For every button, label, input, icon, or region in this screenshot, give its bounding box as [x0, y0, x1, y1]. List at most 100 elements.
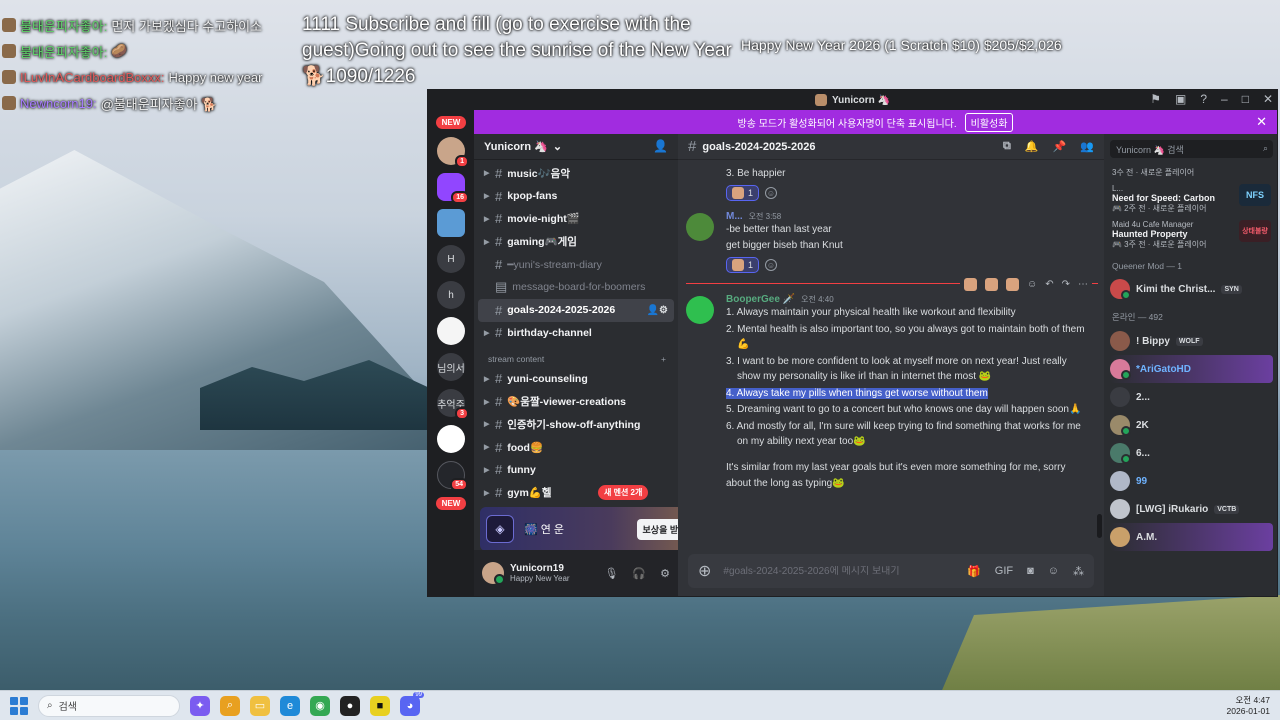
server-icon[interactable]	[437, 317, 465, 345]
channel-item[interactable]: ▶ # movie-night🎬	[478, 208, 674, 231]
message-input[interactable]	[723, 565, 956, 577]
app-icon[interactable]: ■	[370, 695, 390, 716]
add-reaction-icon[interactable]: ☺	[1027, 279, 1037, 290]
channel-item[interactable]: ▶ # birthday-channel	[478, 322, 674, 345]
channel-item[interactable]: ▶ # gaming🎮게임	[478, 230, 674, 253]
discord-icon[interactable]: ◕ 99	[400, 691, 424, 716]
copilot-icon[interactable]: ✦	[190, 695, 210, 716]
activity-card[interactable]: 상태불량 Maid 4u Cafe Manager Haunted Proper…	[1110, 217, 1273, 253]
channel-item[interactable]: # ━yuni's-stream-diary	[478, 253, 674, 276]
edge-icon[interactable]: e	[280, 695, 300, 716]
server-icon[interactable]: 1	[437, 137, 469, 168]
microphone-icon[interactable]: 🎙	[604, 567, 618, 580]
quick-reaction-icon[interactable]	[985, 278, 998, 291]
gear-icon[interactable]: ⚙	[660, 567, 670, 580]
minimize-icon[interactable]: –	[1221, 92, 1228, 106]
server-icon[interactable]: h	[437, 281, 465, 309]
gif-icon[interactable]: GIF	[995, 565, 1013, 578]
add-reaction-icon[interactable]: ☺	[765, 259, 778, 271]
sticker-icon[interactable]: ◙	[1027, 565, 1034, 578]
chrome-icon[interactable]: ◉	[310, 695, 330, 716]
chat-scrollbar[interactable]	[1097, 514, 1102, 538]
member-search-input[interactable]: Yunicorn 🦄 검색 ⌕	[1110, 140, 1273, 158]
server-icon[interactable]: 16	[437, 173, 469, 204]
maximize-icon[interactable]: □	[1242, 92, 1249, 106]
members-icon[interactable]: 👥	[1080, 140, 1094, 153]
channel-item[interactable]: ▶ # funny	[478, 459, 674, 482]
obs-icon[interactable]: ●	[340, 695, 360, 716]
more-icon[interactable]: ⋯	[1078, 279, 1088, 290]
server-icon[interactable]: 님의서	[437, 353, 465, 381]
avatar[interactable]	[686, 213, 714, 241]
message-text: 3. Be happier	[726, 168, 786, 179]
server-icon[interactable]	[437, 425, 465, 453]
headphones-icon[interactable]: 🎧	[632, 567, 646, 580]
avatar[interactable]	[482, 562, 505, 585]
screen-icon[interactable]: ▣	[1175, 92, 1186, 106]
member-item[interactable]: 2...	[1110, 383, 1273, 411]
server-icon[interactable]: H	[437, 245, 465, 273]
avatar[interactable]	[686, 296, 714, 324]
reply-icon[interactable]: ↶	[1045, 279, 1053, 290]
magnifier-icon[interactable]: ⌕	[220, 695, 240, 716]
add-reaction-icon[interactable]: ☺	[765, 187, 778, 199]
new-mentions-pill[interactable]: 새 멘션 2개	[598, 485, 649, 501]
reaction-button[interactable]: 1	[726, 257, 760, 273]
reaction-row: 1 ☺	[726, 257, 1090, 273]
channel-category[interactable]: stream content +	[478, 344, 674, 367]
channel-item[interactable]: ▶ # food🍔	[478, 436, 674, 459]
reaction-button[interactable]: 1	[726, 185, 760, 201]
message-author[interactable]: BooperGee 🗡️	[726, 294, 795, 305]
overlay-chat-name: 불태운피자좋아:	[20, 18, 108, 34]
quick-reaction-icon[interactable]	[964, 278, 977, 291]
member-item[interactable]: ! Bippy WOLF	[1110, 327, 1273, 355]
add-attachment-icon[interactable]: ⊕	[698, 561, 711, 581]
emoji-icon[interactable]: ☺	[1048, 565, 1059, 578]
gift-icon[interactable]: 🎁	[967, 565, 981, 578]
flag-icon[interactable]: ⚑	[1150, 92, 1161, 106]
server-icon[interactable]: 추억주 3	[437, 389, 469, 420]
system-clock[interactable]: 오전 4:47 2026-01-01	[1227, 695, 1270, 717]
banner-close-icon[interactable]: ✕	[1256, 114, 1267, 130]
disable-streamer-mode-button[interactable]: 비활성화	[964, 112, 1014, 132]
activity-card[interactable]: 3수 전 · 새로운 플레이어	[1110, 164, 1273, 181]
user-info[interactable]: Yunicorn19 Happy New Year	[510, 563, 570, 583]
channel-item[interactable]: ▤ message-board-for-boomers	[478, 276, 674, 299]
apps-icon[interactable]: ⁂	[1073, 565, 1084, 578]
close-icon[interactable]: ✕	[1263, 92, 1273, 106]
pin-icon[interactable]: 📌	[1053, 140, 1067, 153]
channel-item[interactable]: ▶ # gym💪헬 새 멘션 2개	[478, 481, 674, 504]
channel-item[interactable]: ▶ # kpop-fans	[478, 185, 674, 208]
forward-icon[interactable]: ↷	[1062, 279, 1070, 290]
taskbar-search[interactable]: ⌕ 검색	[38, 694, 180, 717]
channel-item-active[interactable]: # goals-2024-2025-2026 👤⚙	[478, 298, 674, 322]
file-explorer-icon[interactable]: ▭	[250, 695, 270, 716]
member-item[interactable]: A.M.	[1110, 523, 1273, 551]
help-icon[interactable]: ?	[1200, 92, 1207, 106]
channel-item[interactable]: ▶ # 인증하기-show-off-anything	[478, 413, 674, 436]
server-icon[interactable]: 54	[437, 461, 468, 491]
quick-reaction-icon[interactable]	[1006, 278, 1019, 291]
member-item[interactable]: [LWG] iRukario VCTB	[1110, 495, 1273, 523]
member-item[interactable]: 99	[1110, 467, 1273, 495]
channel-item[interactable]: ▶ # music🎶음악	[478, 162, 674, 185]
bell-icon[interactable]: 🔔	[1025, 140, 1039, 153]
channel-item[interactable]: ▶ # yuni-counseling	[478, 367, 674, 390]
server-header[interactable]: Yunicorn 🦄 ⌄ 👤	[474, 134, 678, 160]
invite-people-icon[interactable]: 👤	[653, 139, 668, 153]
member-item[interactable]: *AriGatoHD	[1110, 355, 1273, 383]
server-icon[interactable]	[437, 209, 465, 237]
message-author[interactable]: M...	[726, 211, 743, 222]
channel-settings-icon[interactable]: 👤⚙	[647, 305, 668, 316]
member-item[interactable]: 6...	[1110, 439, 1273, 467]
new-servers-pill[interactable]: NEW	[435, 497, 467, 510]
add-channel-icon[interactable]: +	[661, 354, 666, 364]
new-servers-pill[interactable]: NEW	[435, 116, 467, 129]
member-item[interactable]: Kimi the Christ... SYN	[1110, 275, 1273, 303]
threads-icon[interactable]: ⧉	[1003, 140, 1011, 153]
member-item[interactable]: 2K	[1110, 411, 1273, 439]
windows-start-icon[interactable]	[10, 696, 28, 715]
channel-item[interactable]: ▶ # 🎨움짤-viewer-creations	[478, 390, 674, 413]
activity-card[interactable]: NFS L... Need for Speed: Carbon 🎮 2주 전 ·…	[1110, 181, 1273, 217]
hash-icon: #	[495, 485, 503, 501]
